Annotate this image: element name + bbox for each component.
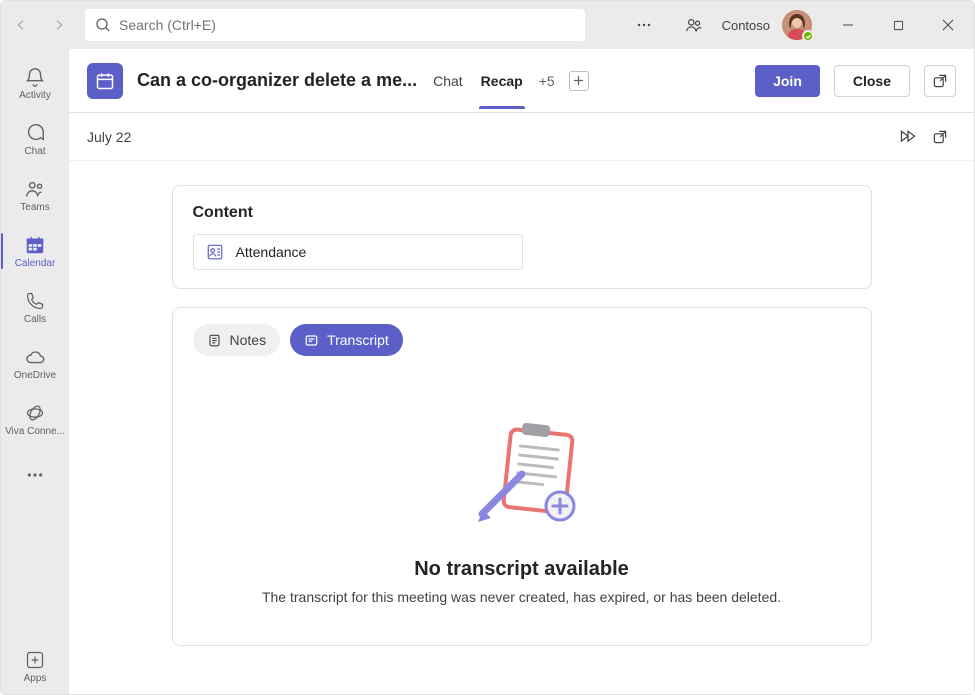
app-rail: Activity Chat Teams Calendar Calls OneDr… xyxy=(1,49,69,694)
maximize-icon xyxy=(893,20,904,31)
tab-recap[interactable]: Recap xyxy=(479,53,525,109)
notes-icon xyxy=(207,333,222,348)
rail-activity[interactable]: Activity xyxy=(1,55,69,111)
pill-label: Transcript xyxy=(327,332,389,348)
pill-row: Notes Transcript xyxy=(173,308,871,356)
minimize-button[interactable] xyxy=(826,3,870,47)
rail-apps[interactable]: Apps xyxy=(1,638,69,694)
pill-label: Notes xyxy=(230,332,267,348)
pop-out-icon xyxy=(932,73,948,89)
empty-title: No transcript available xyxy=(414,558,629,581)
pill-notes[interactable]: Notes xyxy=(193,324,281,356)
forward-meeting-button[interactable] xyxy=(892,121,924,153)
forward-icon xyxy=(899,128,917,146)
rail-label: OneDrive xyxy=(14,370,56,381)
transcript-card: Notes Transcript xyxy=(172,307,872,646)
add-tab-button[interactable] xyxy=(569,71,589,91)
rail-teams[interactable]: Teams xyxy=(1,167,69,223)
more-options-button[interactable] xyxy=(622,3,666,47)
title-bar: Contoso xyxy=(1,1,974,49)
plus-icon xyxy=(573,75,584,86)
rail-label: Chat xyxy=(24,146,45,157)
chevron-left-icon xyxy=(14,18,28,32)
rail-label: Activity xyxy=(19,90,51,101)
chat-icon xyxy=(23,121,47,145)
recap-body[interactable]: Content Attendance Notes xyxy=(69,161,974,694)
join-button[interactable]: Join xyxy=(755,65,820,97)
meeting-title: Can a co-organizer delete a me... xyxy=(137,70,417,91)
tab-more-count[interactable]: +5 xyxy=(539,73,555,89)
chevron-right-icon xyxy=(52,18,66,32)
attendance-label: Attendance xyxy=(236,244,307,260)
close-icon xyxy=(942,19,954,31)
clipboard-illustration-icon xyxy=(452,404,592,534)
attendance-icon xyxy=(206,243,224,261)
content-pane: Can a co-organizer delete a me... Chat R… xyxy=(69,49,974,694)
maximize-button[interactable] xyxy=(876,3,920,47)
content-heading: Content xyxy=(193,204,851,222)
bell-icon xyxy=(23,65,47,89)
tab-chat[interactable]: Chat xyxy=(431,53,465,109)
people-button[interactable] xyxy=(672,3,716,47)
rail-label: Apps xyxy=(24,673,47,684)
pop-out-button[interactable] xyxy=(924,65,956,97)
search-input[interactable] xyxy=(119,17,575,33)
meeting-header: Can a co-organizer delete a me... Chat R… xyxy=(69,49,974,113)
teams-icon xyxy=(23,177,47,201)
close-window-button[interactable] xyxy=(926,3,970,47)
close-button[interactable]: Close xyxy=(834,65,910,97)
rail-label: Viva Conne... xyxy=(5,426,65,437)
ellipsis-icon xyxy=(636,17,652,33)
search-icon xyxy=(95,17,111,33)
meeting-calendar-chip xyxy=(87,63,123,99)
viva-icon xyxy=(23,401,47,425)
open-external-button[interactable] xyxy=(924,121,956,153)
rail-more[interactable] xyxy=(1,447,69,503)
people-icon xyxy=(685,16,703,34)
rail-calendar[interactable]: Calendar xyxy=(1,223,69,279)
presence-available-icon xyxy=(802,30,814,42)
attendance-row[interactable]: Attendance xyxy=(193,234,523,270)
empty-body: The transcript for this meeting was neve… xyxy=(262,589,781,605)
rail-chat[interactable]: Chat xyxy=(1,111,69,167)
rail-calls[interactable]: Calls xyxy=(1,279,69,335)
apps-icon xyxy=(23,648,47,672)
search-box[interactable] xyxy=(85,9,585,41)
cloud-icon xyxy=(23,345,47,369)
forward-button[interactable] xyxy=(43,9,75,41)
date-bar: July 22 xyxy=(69,113,974,161)
content-card: Content Attendance xyxy=(172,185,872,289)
calendar-icon xyxy=(23,233,47,257)
empty-state: No transcript available The transcript f… xyxy=(173,356,871,645)
back-button[interactable] xyxy=(5,9,37,41)
org-label: Contoso xyxy=(722,18,770,33)
rail-viva[interactable]: Viva Conne... xyxy=(1,391,69,447)
minimize-icon xyxy=(842,19,854,31)
account-button[interactable] xyxy=(782,10,812,40)
pop-out-icon xyxy=(932,129,948,145)
pill-transcript[interactable]: Transcript xyxy=(290,324,403,356)
calendar-icon xyxy=(95,71,115,91)
rail-onedrive[interactable]: OneDrive xyxy=(1,335,69,391)
transcript-icon xyxy=(304,333,319,348)
phone-icon xyxy=(23,289,47,313)
ellipsis-icon xyxy=(23,463,47,487)
rail-label: Teams xyxy=(20,202,49,213)
rail-label: Calls xyxy=(24,314,46,325)
rail-label: Calendar xyxy=(15,258,56,269)
meeting-date: July 22 xyxy=(87,129,131,145)
